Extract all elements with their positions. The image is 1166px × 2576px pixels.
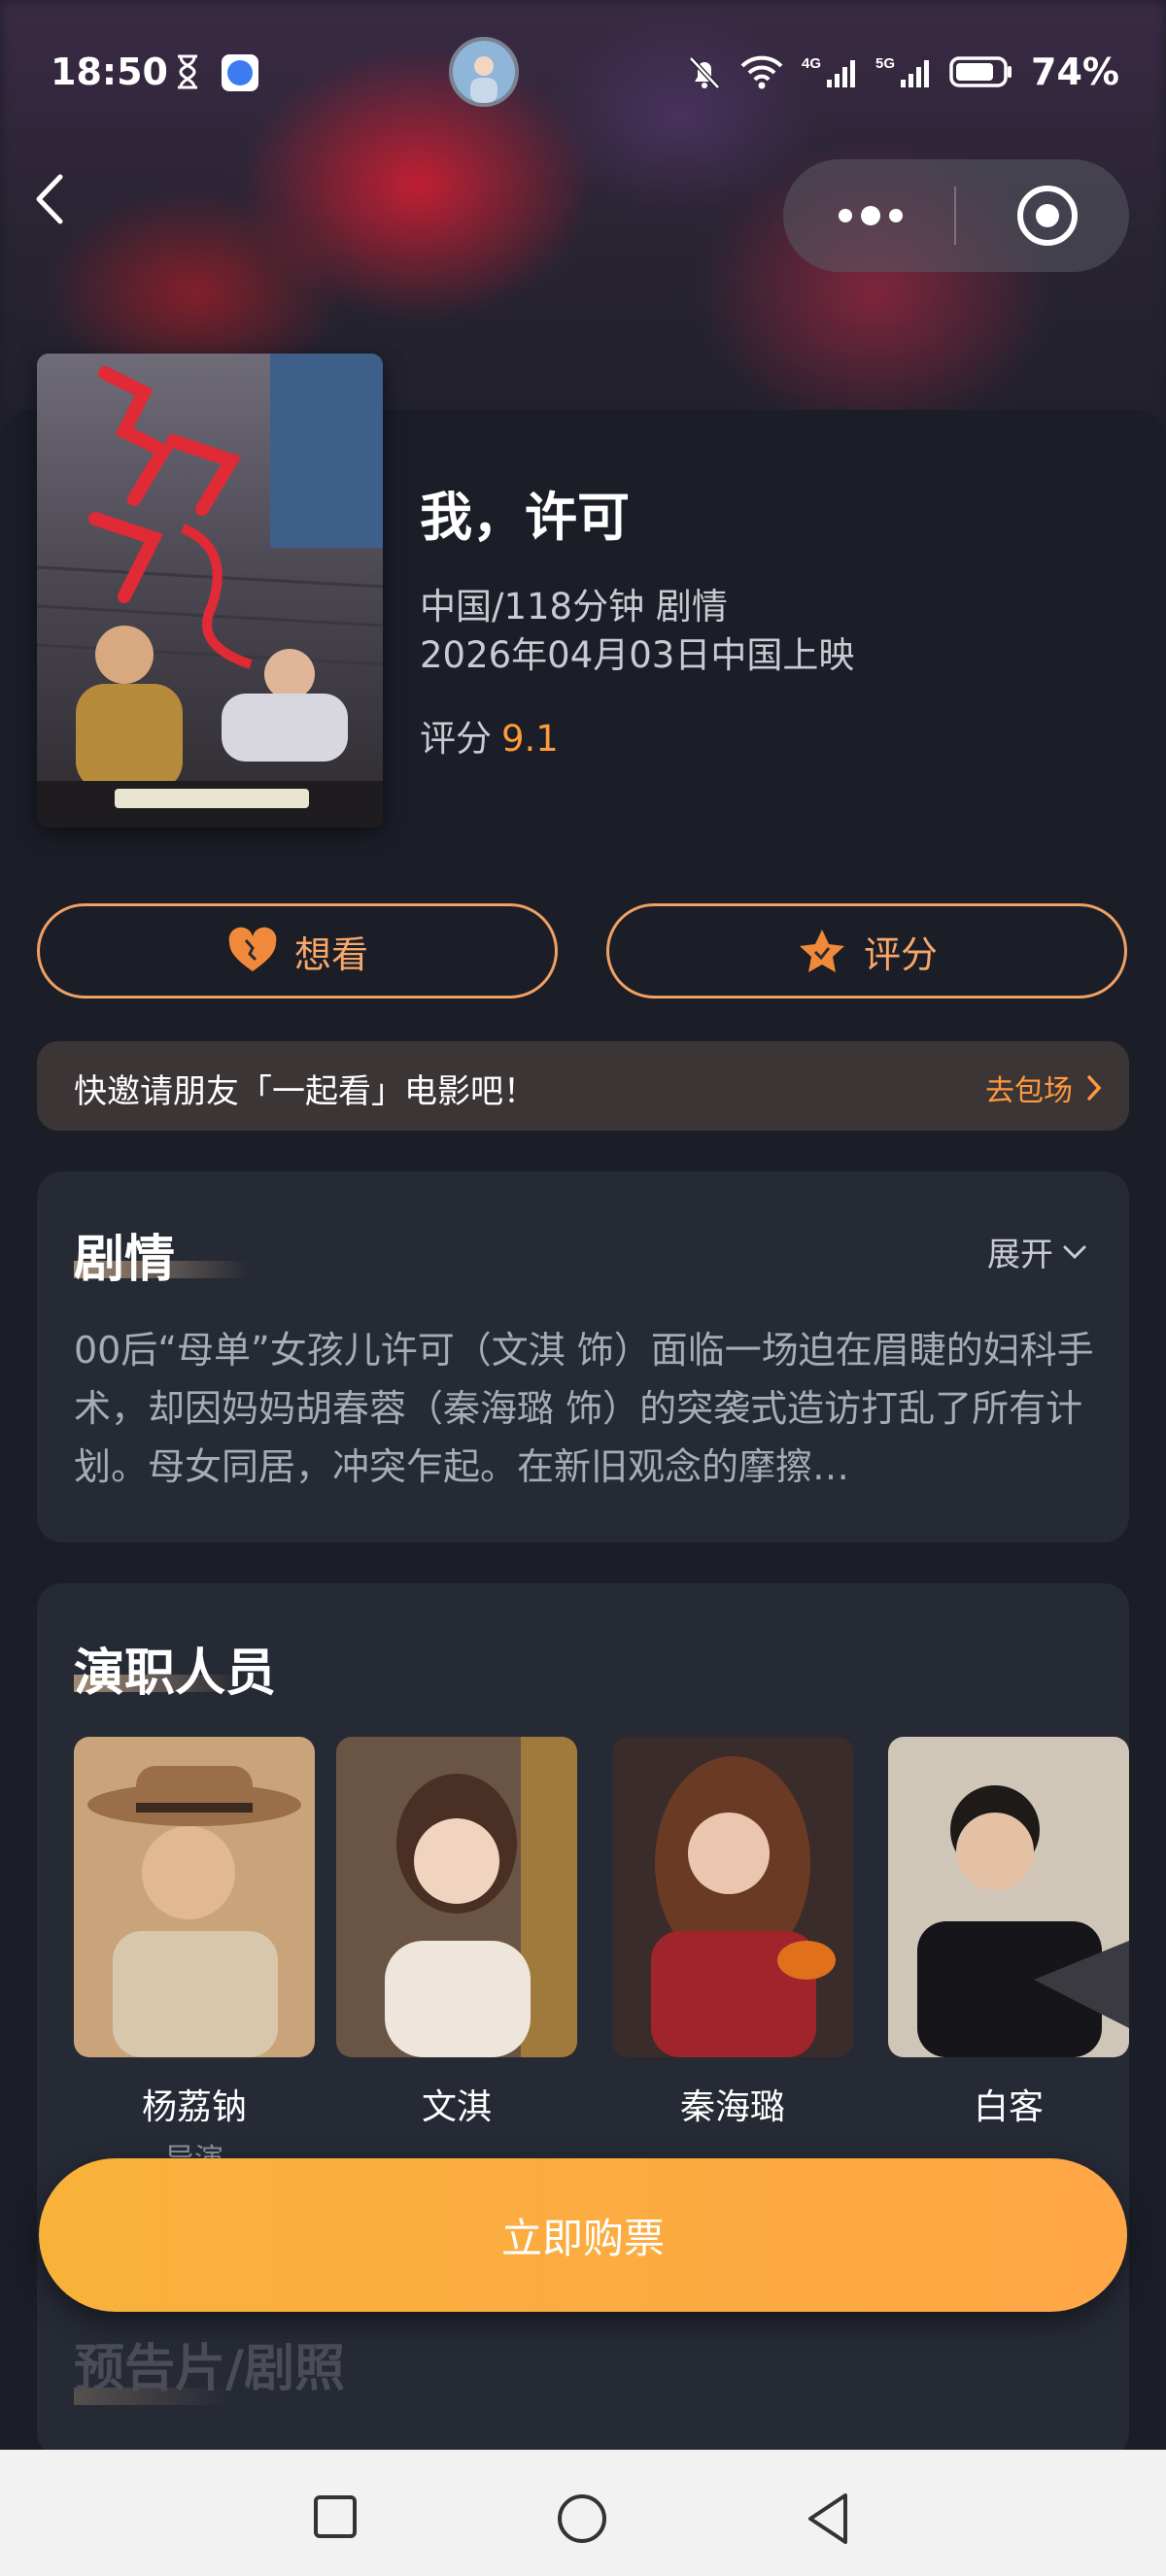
cast-section: 演职人员 杨荔钠 导演: [37, 1583, 1129, 2457]
expand-label: 展开: [987, 1236, 1053, 1274]
invite-text: 快邀请朋友「一起看」电影吧！: [74, 1072, 536, 1111]
expand-plot-button[interactable]: 展开: [987, 1228, 1088, 1275]
star-icon: [799, 930, 844, 972]
network-4g-label: 4G: [802, 55, 821, 72]
rate-button[interactable]: 评分: [606, 903, 1127, 999]
invite-friends-banner[interactable]: 快邀请朋友「一起看」电影吧！ 去包场: [37, 1041, 1129, 1131]
status-time: 18:50: [51, 51, 168, 93]
movie-release-date: 2026年04月03日中国上映: [420, 634, 855, 676]
system-navigation-bar: [0, 2450, 1166, 2576]
signal-4g-icon: 4G: [802, 55, 856, 87]
movie-meta-genre: 中国/118分钟 剧情: [420, 586, 728, 627]
chevron-down-icon: [1063, 1245, 1086, 1259]
cast-name: 杨荔钠: [141, 2087, 247, 2127]
cast-member[interactable]: 文淇: [336, 1737, 577, 2135]
more-options-icon[interactable]: [834, 198, 908, 233]
rating-label: 评分: [420, 718, 492, 760]
plot-title: 剧情: [74, 1231, 176, 1289]
cast-title: 演职人员: [74, 1644, 277, 1703]
floating-avatar-icon[interactable]: [449, 37, 519, 107]
book-whole-theater-link[interactable]: 去包场: [985, 1067, 1104, 1109]
cast-photo: [612, 1737, 853, 2057]
app-notification-icon: [222, 54, 258, 91]
cast-member[interactable]: 秦海璐: [612, 1737, 853, 2135]
heart-icon: [228, 927, 277, 971]
want-to-watch-button[interactable]: 想看: [37, 903, 558, 999]
cast-list: 杨荔钠 导演 文淇: [74, 1737, 1129, 2177]
recent-apps-icon[interactable]: [313, 2494, 358, 2539]
movie-title: 我，许可: [420, 487, 630, 548]
cast-member[interactable]: 杨荔钠 导演: [74, 1737, 315, 2178]
battery-icon: [949, 56, 1012, 87]
system-back-icon[interactable]: [805, 2491, 851, 2547]
cast-photo: [74, 1737, 315, 2057]
cast-photo: [888, 1737, 1129, 2057]
status-bar: 18:50 4G 5G 74%: [0, 0, 1166, 146]
status-icons: 4G 5G 74%: [687, 51, 1119, 93]
signal-5g-icon: 5G: [875, 55, 930, 87]
cast-name: 白客: [973, 2087, 1044, 2127]
rating-score: 9.1: [501, 718, 559, 760]
chevron-right-icon: [1087, 1075, 1102, 1101]
plot-summary: 00后“母单”女孩儿许可（文淇 饰）面临一场迫在眉睫的妇科手术，却因妈妈胡春蓉（…: [74, 1329, 1094, 1488]
mute-bell-icon: [689, 56, 720, 89]
wifi-icon: [740, 55, 783, 89]
want-to-watch-label: 想看: [293, 932, 368, 976]
cast-name: 秦海璐: [679, 2087, 785, 2127]
rate-label: 评分: [863, 932, 938, 976]
invite-link-label: 去包场: [985, 1074, 1073, 1108]
battery-percent: 74%: [1031, 51, 1119, 93]
movie-poster[interactable]: [37, 354, 383, 828]
trailer-section-title: 预告片/剧照: [74, 2340, 345, 2398]
hourglass-icon: [178, 54, 197, 89]
mini-program-capsule: [783, 159, 1129, 272]
movie-rating: 评分 9.1: [420, 709, 559, 762]
capsule-divider: [954, 186, 956, 245]
back-arrow-icon[interactable]: [29, 165, 78, 233]
network-5g-label: 5G: [875, 55, 895, 72]
cast-name: 文淇: [421, 2087, 492, 2127]
cast-member[interactable]: 白客: [888, 1737, 1129, 2135]
cast-photo: [336, 1737, 577, 2057]
plot-section: 剧情 展开 00后“母单”女孩儿许可（文淇 饰）面临一场迫在眉睫的妇科手术，却因…: [37, 1171, 1129, 1542]
buy-ticket-button[interactable]: 立即购票: [39, 2158, 1127, 2312]
home-icon[interactable]: [556, 2492, 608, 2545]
close-target-icon[interactable]: [1012, 181, 1082, 251]
